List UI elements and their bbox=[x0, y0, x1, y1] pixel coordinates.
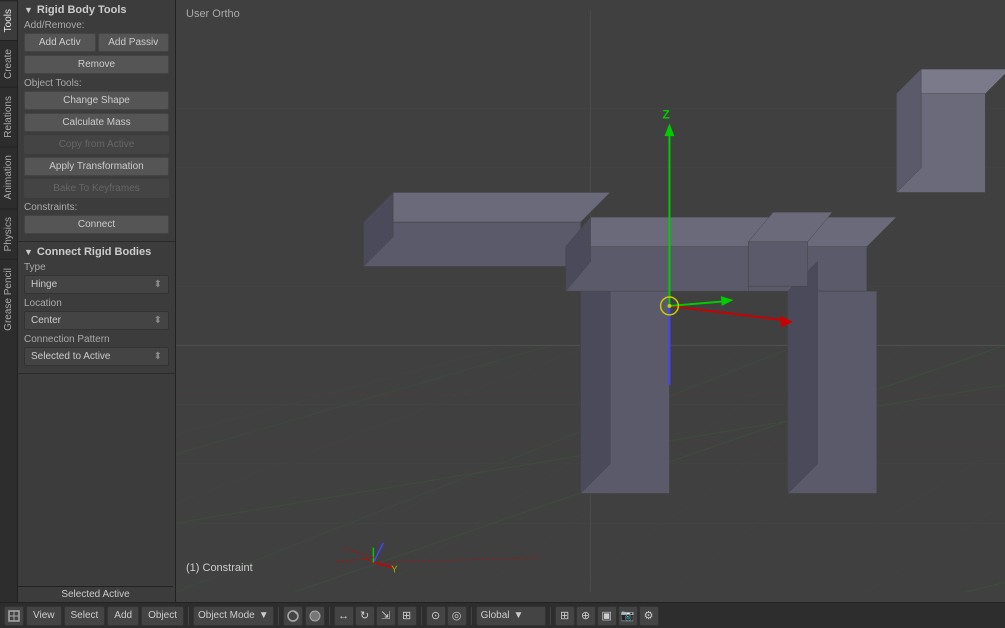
bake-to-keyframes-button[interactable]: Bake To Keyframes bbox=[24, 179, 169, 198]
copy-from-active-button[interactable]: Copy from Active bbox=[24, 135, 169, 154]
object-tools-label: Object Tools: bbox=[24, 78, 169, 89]
type-arrows-icon: ⬍ bbox=[154, 279, 162, 290]
global-select[interactable]: Global ▼ bbox=[476, 606, 546, 626]
separator-3 bbox=[329, 607, 330, 625]
scene-icon[interactable] bbox=[4, 606, 24, 626]
type-label: Type bbox=[24, 262, 169, 273]
snap-icons: ⊙ ◎ bbox=[426, 606, 467, 626]
overlay-icons: ⊞ ⊕ ▣ 📷 ⚙ bbox=[555, 606, 659, 626]
rigid-body-tools-label: Rigid Body Tools bbox=[37, 4, 127, 16]
transform-icons: ↔ ↻ ⇲ ⊞ bbox=[334, 606, 417, 626]
gizmo-icon[interactable]: ⊕ bbox=[576, 606, 596, 626]
location-label: Location bbox=[24, 298, 169, 309]
type-select[interactable]: Hinge ⬍ bbox=[24, 275, 169, 294]
add-remove-label: Add/Remove: bbox=[24, 20, 169, 31]
constraint-label: (1) Constraint bbox=[186, 562, 253, 574]
settings-icon[interactable]: ⚙ bbox=[639, 606, 659, 626]
translate-icon[interactable]: ↔ bbox=[334, 606, 354, 626]
rotate-icon[interactable]: ↻ bbox=[355, 606, 375, 626]
tab-animation[interactable]: Animation bbox=[0, 146, 17, 207]
separator-4 bbox=[421, 607, 422, 625]
arrow-icon: ▼ bbox=[24, 5, 33, 15]
add-remove-row: Add Activ Add Passiv bbox=[24, 33, 169, 52]
location-value: Center bbox=[31, 315, 61, 326]
connection-pattern-label: Connection Pattern bbox=[24, 334, 169, 345]
tab-physics[interactable]: Physics bbox=[0, 208, 17, 259]
tab-grease-pencil[interactable]: Grease Pencil bbox=[0, 259, 17, 339]
viewport-label: User Ortho bbox=[186, 8, 240, 20]
remove-row: Remove bbox=[24, 55, 169, 74]
location-select[interactable]: Center ⬍ bbox=[24, 311, 169, 330]
connect-button[interactable]: Connect bbox=[24, 215, 169, 234]
scale-icon[interactable]: ⇲ bbox=[376, 606, 396, 626]
rigid-body-tools-header[interactable]: ▼ Rigid Body Tools bbox=[24, 4, 169, 16]
tab-tools[interactable]: Tools bbox=[0, 0, 17, 40]
separator-5 bbox=[471, 607, 472, 625]
connection-pattern-select[interactable]: Selected to Active ⬍ bbox=[24, 347, 169, 366]
separator-2 bbox=[278, 607, 279, 625]
bottom-toolbar: View Select Add Object Object Mode ▼ ↔ ↻… bbox=[0, 602, 1005, 628]
global-label: Global bbox=[481, 610, 510, 621]
viewport-display-icon[interactable] bbox=[305, 606, 325, 626]
view-button[interactable]: View bbox=[26, 606, 62, 626]
constraints-label: Constraints: bbox=[24, 202, 169, 213]
viewport-shading-icon[interactable] bbox=[283, 606, 303, 626]
separator-1 bbox=[188, 607, 189, 625]
type-value: Hinge bbox=[31, 279, 57, 290]
svg-text:Y: Y bbox=[391, 564, 398, 575]
proportional-icon[interactable]: ◎ bbox=[447, 606, 467, 626]
connect-rigid-bodies-section: ▼ Connect Rigid Bodies Type Hinge ⬍ Loca… bbox=[18, 242, 175, 374]
transform-icon[interactable]: ⊞ bbox=[397, 606, 417, 626]
rigid-body-tools-section: ▼ Rigid Body Tools Add/Remove: Add Activ… bbox=[18, 0, 175, 242]
selected-active-label: Selected Active bbox=[18, 586, 173, 602]
left-panel: ▼ Rigid Body Tools Add/Remove: Add Activ… bbox=[18, 0, 176, 602]
vertical-tabs: Tools Create Relations Animation Physics… bbox=[0, 0, 18, 602]
location-arrows-icon: ⬍ bbox=[154, 315, 162, 326]
connection-pattern-value: Selected to Active bbox=[31, 351, 111, 362]
viewport[interactable]: User Ortho bbox=[176, 0, 1005, 602]
snap-icon[interactable]: ⊙ bbox=[426, 606, 446, 626]
connect-rigid-bodies-header[interactable]: ▼ Connect Rigid Bodies bbox=[24, 246, 169, 258]
add-button[interactable]: Add bbox=[107, 606, 139, 626]
mode-arrow-icon: ▼ bbox=[259, 610, 269, 621]
change-shape-button[interactable]: Change Shape bbox=[24, 91, 169, 110]
remove-button[interactable]: Remove bbox=[24, 55, 169, 74]
add-passive-button[interactable]: Add Passiv bbox=[98, 33, 170, 52]
svg-text:Z: Z bbox=[663, 107, 670, 121]
global-arrow-icon: ▼ bbox=[514, 610, 524, 621]
object-mode-label: Object Mode bbox=[198, 610, 255, 621]
copy-from-active-row: Copy from Active bbox=[24, 135, 169, 154]
change-shape-row: Change Shape bbox=[24, 91, 169, 110]
calculate-mass-row: Calculate Mass bbox=[24, 113, 169, 132]
apply-transformation-row: Apply Transformation bbox=[24, 157, 169, 176]
tab-create[interactable]: Create bbox=[0, 40, 17, 87]
calculate-mass-button[interactable]: Calculate Mass bbox=[24, 113, 169, 132]
apply-transformation-button[interactable]: Apply Transformation bbox=[24, 157, 169, 176]
scene-svg: Z Y bbox=[176, 0, 1005, 602]
render-icon[interactable]: ▣ bbox=[597, 606, 617, 626]
separator-6 bbox=[550, 607, 551, 625]
add-active-button[interactable]: Add Activ bbox=[24, 33, 96, 52]
camera-icon[interactable]: 📷 bbox=[618, 606, 638, 626]
connect-rigid-bodies-label: Connect Rigid Bodies bbox=[37, 246, 151, 258]
connect-row: Connect bbox=[24, 215, 169, 234]
object-mode-select[interactable]: Object Mode ▼ bbox=[193, 606, 274, 626]
tab-relations[interactable]: Relations bbox=[0, 87, 17, 146]
bake-to-keyframes-row: Bake To Keyframes bbox=[24, 179, 169, 198]
select-button[interactable]: Select bbox=[64, 606, 106, 626]
object-button[interactable]: Object bbox=[141, 606, 184, 626]
crb-arrow-icon: ▼ bbox=[24, 247, 33, 257]
connection-pattern-arrows-icon: ⬍ bbox=[154, 351, 162, 362]
overlay-icon[interactable]: ⊞ bbox=[555, 606, 575, 626]
